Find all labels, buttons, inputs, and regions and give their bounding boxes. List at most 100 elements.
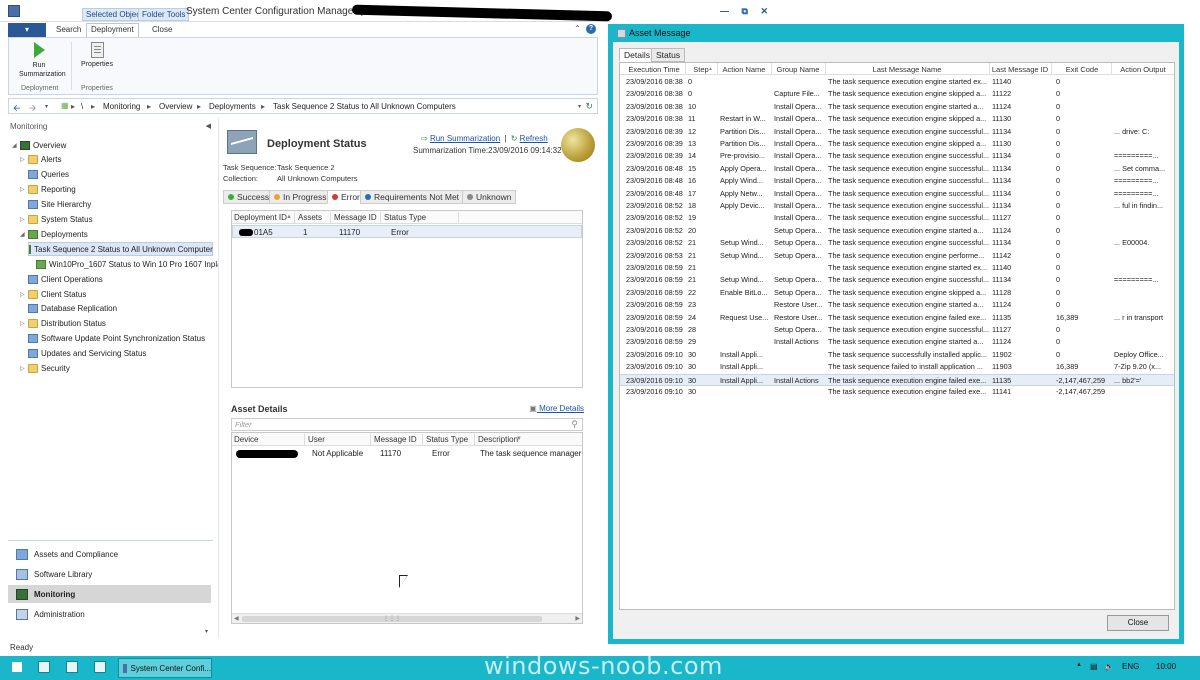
forward-arrow-icon[interactable]: 🡪 (29, 101, 36, 117)
contextual-tab-folder-tools[interactable]: Folder Tools (138, 8, 190, 21)
expander-icon[interactable]: ▷ (20, 156, 28, 163)
workspace-monitoring[interactable]: Monitoring (8, 585, 211, 603)
column-header[interactable]: Message ID (334, 213, 377, 222)
nav-tree-item[interactable]: Queries (20, 168, 69, 182)
refresh-link[interactable]: Refresh (520, 134, 548, 143)
start-button[interactable] (12, 662, 22, 672)
help-icon[interactable]: ? (586, 24, 596, 34)
tab-deployment[interactable]: Deployment (86, 23, 139, 37)
breadcrumb-overview[interactable]: Overview (159, 102, 192, 111)
table-row[interactable]: 23/09/2016 08:53 21 Setup Wind... Setup Ope… (620, 250, 1174, 262)
column-separator[interactable] (294, 212, 295, 223)
minimize-icon[interactable]: — (720, 6, 729, 16)
scroll-right-icon[interactable]: ▶ (575, 615, 580, 622)
table-row[interactable]: 23/09/2016 08:59 21 Setup Wind... Setup Ope… (620, 274, 1174, 286)
tab-unknown[interactable]: Unknown (462, 190, 517, 204)
nav-tree-item[interactable]: Task Sequence 2 Status to All Unknown Co… (28, 242, 213, 257)
file-menu-button[interactable]: ▾ (8, 23, 46, 37)
column-header[interactable]: Assets (298, 213, 322, 222)
column-header[interactable]: Deployment ID (234, 213, 287, 222)
column-separator[interactable] (304, 434, 305, 445)
table-row[interactable]: 23/09/2016 08:59 22 Enable BitLo... Setup O… (620, 287, 1174, 299)
nav-tree-item[interactable]: ▷ Reporting (20, 183, 76, 197)
column-header[interactable]: Message ID (374, 435, 417, 444)
column-separator[interactable] (330, 212, 331, 223)
table-row[interactable]: 23/09/2016 08:48 15 Apply Opera... Install … (620, 163, 1174, 175)
table-row[interactable]: 23/09/2016 08:52 20 Setup Opera... The task… (620, 225, 1174, 237)
ribbon-minimize-icon[interactable]: ⌃ (574, 24, 581, 33)
language-indicator[interactable]: ENG (1122, 662, 1139, 671)
breadcrumb-current[interactable]: Task Sequence 2 Status to All Unknown Co… (273, 102, 456, 111)
table-row[interactable]: 23/09/2016 08:39 14 Pre-provisio... Install… (620, 150, 1174, 162)
breadcrumb-root[interactable]: \ (81, 102, 83, 111)
workspace-software-library[interactable]: Software Library (8, 565, 211, 583)
server-manager-icon[interactable] (66, 661, 78, 673)
table-row[interactable]: 23/09/2016 08:59 21 The task sequence exec… (620, 262, 1174, 274)
table-row[interactable]: 23/09/2016 08:39 12 Partition Dis... Instal… (620, 126, 1174, 138)
restore-icon[interactable]: ⧉ (742, 6, 748, 16)
table-row[interactable]: 23/09/2016 09:10 30 Install Appli... The ta… (620, 349, 1174, 361)
breadcrumb-deployments[interactable]: Deployments (209, 102, 256, 111)
app-icon[interactable] (8, 5, 20, 17)
table-row[interactable]: 23/09/2016 09:10 30 Install Appli... The ta… (620, 361, 1174, 373)
workspace-administration[interactable]: Administration (8, 605, 211, 623)
workspace-assets-and-compliance[interactable]: Assets and Compliance (8, 545, 211, 563)
column-separator[interactable] (380, 212, 381, 223)
nav-tree-item[interactable]: ▷ System Status (20, 213, 93, 227)
column-separator[interactable] (458, 212, 459, 223)
table-row[interactable]: 23/09/2016 08:48 16 Apply Wind... Install O… (620, 175, 1174, 187)
nav-tree-item[interactable]: ▷ Alerts (20, 153, 61, 167)
tab-search[interactable]: Search (52, 25, 85, 37)
expander-icon[interactable]: ▷ (20, 320, 28, 327)
clock[interactable]: 10:00 (1156, 662, 1176, 671)
tab-status[interactable]: Status (651, 48, 686, 62)
nav-tree-item[interactable]: Database Replication (20, 302, 117, 316)
filter-input[interactable]: Filter ⚲ (231, 418, 583, 431)
column-header[interactable]: Description (478, 435, 518, 444)
workspace-more-icon[interactable]: ▾ (205, 628, 208, 635)
close-button[interactable]: Close (1107, 615, 1169, 631)
expander-icon[interactable]: ◢ (20, 231, 28, 238)
nav-tree-item[interactable]: Site Hierarchy (20, 198, 91, 212)
nav-tree-item[interactable]: ◢ Deployments (20, 227, 88, 241)
collapse-pane-icon[interactable]: ◀ (206, 122, 211, 130)
column-header[interactable]: User (308, 435, 325, 444)
more-details-link[interactable]: ▣ More Details (529, 404, 584, 413)
column-header[interactable]: Action Output (1112, 65, 1174, 74)
contextual-tab-selected-object[interactable]: Selected Object (82, 8, 147, 21)
column-separator[interactable] (422, 434, 423, 445)
expander-icon[interactable]: ▷ (20, 291, 28, 298)
column-header[interactable]: Status Type (384, 213, 426, 222)
expander-icon[interactable]: ▷ (20, 186, 28, 193)
run-summarization-link[interactable]: Run Summarization (430, 134, 500, 143)
scrollbar-thumb[interactable]: ⋮⋮⋮ (242, 616, 542, 622)
table-row[interactable]: 23/09/2016 08:38 11 Restart in W... Install… (620, 113, 1174, 125)
nav-tree-item[interactable]: ▷ Security (20, 362, 70, 376)
column-header[interactable]: Execution Time (624, 65, 684, 74)
table-row[interactable]: 23/09/2016 08:59 23 Restore User... The tas… (620, 299, 1174, 311)
nav-tree-item[interactable]: ▷ Distribution Status (20, 317, 106, 331)
table-row[interactable]: 23/09/2016 09:10 30 The task sequence exec… (620, 386, 1174, 398)
file-explorer-icon[interactable] (38, 661, 50, 673)
horizontal-scrollbar[interactable]: ◀ ⋮⋮⋮ ▶ (232, 613, 582, 623)
column-header[interactable]: Action Name (718, 65, 770, 74)
breadcrumb-monitoring[interactable]: Monitoring (103, 102, 140, 111)
properties-button[interactable]: Properties (77, 42, 117, 68)
nav-tree-item[interactable]: Updates and Servicing Status (20, 347, 146, 361)
refresh-icon[interactable]: ↻ (585, 101, 593, 112)
expander-icon[interactable]: ▷ (20, 216, 28, 223)
search-icon[interactable]: ⚲ (571, 419, 578, 430)
table-row[interactable]: 23/09/2016 08:38 10 Install Opera... The ta… (620, 101, 1174, 113)
tab-close[interactable]: Close (148, 25, 176, 37)
tab-success[interactable]: Success (223, 190, 275, 204)
table-row[interactable]: 23/09/2016 08:59 28 Setup Opera... The task… (620, 324, 1174, 336)
close-window-icon[interactable]: ✕ (760, 6, 768, 16)
table-row[interactable]: 23/09/2016 08:59 29 Install Actions The tas… (620, 336, 1174, 348)
tab-requirements-not-met[interactable]: Requirements Not Met (360, 190, 465, 204)
table-row[interactable]: 23/09/2016 08:52 18 Apply Devic... Install … (620, 200, 1174, 212)
scroll-left-icon[interactable]: ◀ (234, 615, 239, 622)
nav-tree-item[interactable]: Client Operations (20, 272, 103, 286)
nav-tree-item[interactable]: Software Update Point Synchronization St… (20, 332, 205, 346)
column-separator[interactable] (1051, 63, 1052, 75)
column-separator[interactable] (474, 434, 475, 445)
